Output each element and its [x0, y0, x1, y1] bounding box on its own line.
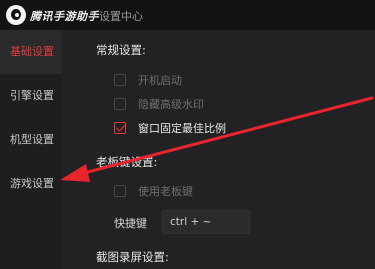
autostart-checkbox[interactable] — [114, 74, 126, 86]
fixed-ratio-label: 窗口固定最佳比例 — [138, 122, 226, 135]
app-name: 腾讯手游助手 — [30, 10, 99, 23]
settings-sidebar: 基础设置 引擎设置 机型设置 游戏设置 — [0, 30, 62, 269]
hotkey-input[interactable]: ctrl + ~ — [162, 210, 250, 234]
window-title: · 设置中心 — [92, 10, 143, 23]
sidebar-item-basic[interactable]: 基础设置 — [0, 30, 62, 74]
autostart-label: 开机启动 — [138, 74, 182, 87]
app-logo-icon — [6, 5, 26, 25]
use-boss-key-label: 使用老板键 — [138, 185, 193, 198]
screenshot-settings-title: 截图录屏设置: — [96, 250, 169, 264]
hotkey-label: 快捷键 — [114, 217, 147, 230]
settings-content: 常规设置: 开机启动 隐藏高级水印 窗口固定最佳比例 老板键设置: 使用老板键 … — [62, 30, 375, 269]
hide-watermark-label: 隐藏高级水印 — [138, 98, 204, 111]
sidebar-item-device-model[interactable]: 机型设置 — [0, 118, 62, 162]
title-bar: 腾讯手游助手 · 设置中心 — [0, 0, 375, 30]
sidebar-item-engine[interactable]: 引擎设置 — [0, 74, 62, 118]
option-use-boss-key[interactable]: 使用老板键 — [114, 183, 193, 199]
sidebar-item-game[interactable]: 游戏设置 — [0, 162, 62, 206]
settings-window: 腾讯手游助手 · 设置中心 基础设置 引擎设置 机型设置 游戏设置 常规设置: … — [0, 0, 375, 269]
boss-key-settings-title: 老板键设置: — [96, 155, 158, 169]
general-settings-title: 常规设置: — [96, 43, 146, 57]
option-fixed-ratio[interactable]: 窗口固定最佳比例 — [114, 120, 226, 136]
use-boss-key-checkbox[interactable] — [114, 185, 126, 197]
fixed-ratio-checkbox[interactable] — [114, 122, 126, 134]
hide-watermark-checkbox[interactable] — [114, 98, 126, 110]
option-hide-watermark[interactable]: 隐藏高级水印 — [114, 96, 204, 112]
option-autostart[interactable]: 开机启动 — [114, 72, 182, 88]
